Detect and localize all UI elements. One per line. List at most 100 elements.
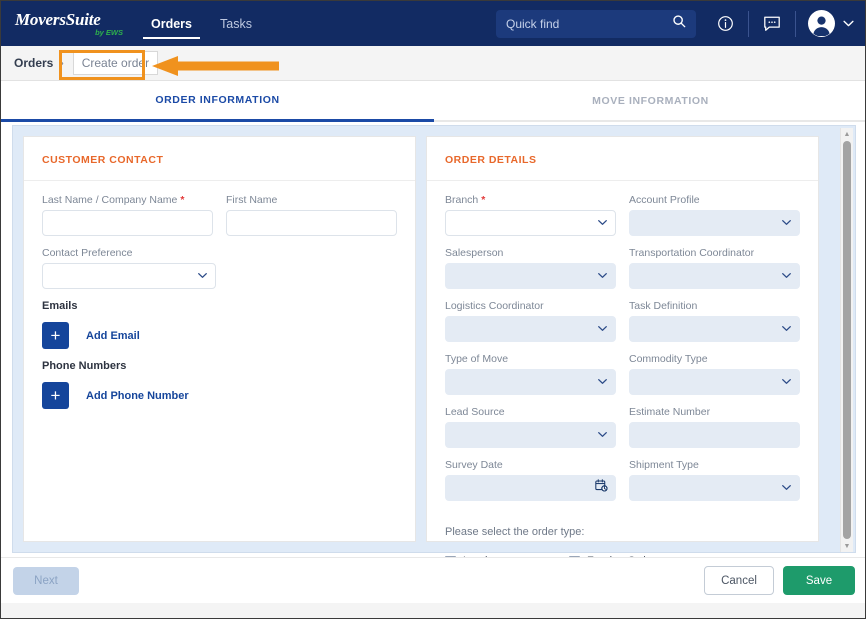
estimate-number-label: Estimate Number (629, 406, 800, 418)
save-button[interactable]: Save (783, 566, 855, 595)
add-email-row: + Add Email (42, 322, 397, 349)
contact-preference-field-group: Contact Preference (42, 247, 216, 289)
salesperson-select[interactable] (445, 263, 616, 289)
survey-date-input[interactable] (445, 475, 616, 501)
chevron-down-icon (782, 272, 791, 281)
lead-source-label: Lead Source (445, 406, 616, 418)
contact-preference-select[interactable] (42, 263, 216, 289)
moverssuite-logo[interactable]: MoversSuite by EWS (15, 11, 125, 37)
branch-account-row: Branch* Account Profile (445, 194, 800, 247)
salesperson-label: Salesperson (445, 247, 616, 259)
account-profile-label: Account Profile (629, 194, 800, 206)
estimate-number-field-group: Estimate Number (629, 406, 800, 448)
move-commodity-row: Type of Move Commodity Type (445, 353, 800, 406)
breadcrumb-orders-link[interactable]: Orders (14, 56, 53, 70)
name-fields-row: Last Name / Company Name* First Name (42, 194, 397, 247)
cancel-button[interactable]: Cancel (704, 566, 774, 595)
lead-estimate-row: Lead Source Estimate Number (445, 406, 800, 459)
calendar-clock-icon[interactable] (595, 479, 608, 497)
tab-move-information[interactable]: MOVE INFORMATION (434, 81, 866, 122)
chevron-down-icon (782, 219, 791, 228)
next-button[interactable]: Next (13, 567, 79, 595)
first-name-input[interactable] (226, 210, 397, 236)
chevron-down-icon (198, 272, 207, 281)
logo-subtitle: by EWS (95, 29, 123, 37)
add-email-button[interactable]: Add Email (86, 330, 140, 342)
task-definition-select[interactable] (629, 316, 800, 342)
phone-numbers-heading: Phone Numbers (42, 360, 397, 372)
tab-order-information[interactable]: ORDER INFORMATION (1, 81, 434, 122)
commodity-type-select[interactable] (629, 369, 800, 395)
chevron-down-icon (598, 325, 607, 334)
task-definition-label: Task Definition (629, 300, 800, 312)
chevron-down-icon (782, 325, 791, 334)
transportation-coordinator-select[interactable] (629, 263, 800, 289)
quick-find-container[interactable] (496, 10, 696, 38)
first-name-label: First Name (226, 194, 397, 206)
commodity-type-field-group: Commodity Type (629, 353, 800, 395)
shipment-type-select[interactable] (629, 475, 800, 501)
transportation-coordinator-label: Transportation Coordinator (629, 247, 800, 259)
estimate-number-input[interactable] (629, 422, 800, 448)
branch-label-text: Branch (445, 194, 478, 206)
search-input[interactable] (506, 17, 672, 31)
logo-title: MoversSuite (15, 11, 101, 28)
survey-shipment-row: Survey Date (445, 459, 800, 512)
chevron-down-icon (598, 378, 607, 387)
contact-preference-label: Contact Preference (42, 247, 216, 259)
breadcrumb: Orders › Create order (1, 46, 866, 81)
breadcrumb-separator-icon: › (60, 58, 63, 69)
transportation-coordinator-field-group: Transportation Coordinator (629, 247, 800, 289)
type-of-move-field-group: Type of Move (445, 353, 616, 395)
chevron-down-icon[interactable] (837, 9, 859, 39)
customer-contact-body: Last Name / Company Name* First Name Con… (24, 181, 415, 409)
chat-icon[interactable] (757, 9, 787, 39)
required-asterisk: * (180, 194, 184, 206)
user-avatar-icon[interactable] (808, 10, 835, 37)
footer-bottom-strip (1, 603, 866, 619)
branch-select[interactable] (445, 210, 616, 236)
last-name-label: Last Name / Company Name* (42, 194, 213, 206)
branch-field-group: Branch* (445, 194, 616, 236)
vertical-scrollbar[interactable]: ▲ ▼ (840, 128, 853, 552)
commodity-type-label: Commodity Type (629, 353, 800, 365)
shipment-type-label: Shipment Type (629, 459, 800, 471)
tab-move-information-label: MOVE INFORMATION (592, 95, 709, 107)
top-navigation-bar: MoversSuite by EWS Orders Tasks (1, 1, 866, 46)
type-of-move-label: Type of Move (445, 353, 616, 365)
logistics-coordinator-field-group: Logistics Coordinator (445, 300, 616, 342)
order-details-heading: ORDER DETAILS (427, 137, 818, 181)
nav-item-orders-label: Orders (151, 17, 192, 31)
account-profile-field-group: Account Profile (629, 194, 800, 236)
form-tabs: ORDER INFORMATION MOVE INFORMATION (1, 81, 866, 122)
logistics-coordinator-select[interactable] (445, 316, 616, 342)
last-name-field-group: Last Name / Company Name* (42, 194, 213, 236)
scroll-up-arrow-icon[interactable]: ▲ (841, 128, 854, 140)
lead-source-select[interactable] (445, 422, 616, 448)
salesperson-field-group: Salesperson (445, 247, 616, 289)
order-type-prompt: Please select the order type: (445, 526, 800, 538)
nav-item-orders[interactable]: Orders (137, 1, 206, 46)
scrollbar-thumb[interactable] (843, 141, 851, 539)
last-name-input[interactable] (42, 210, 213, 236)
first-name-field-group: First Name (226, 194, 397, 236)
primary-nav: Orders Tasks (137, 1, 266, 46)
chevron-down-icon (598, 219, 607, 228)
type-of-move-select[interactable] (445, 369, 616, 395)
info-icon[interactable] (710, 9, 740, 39)
branch-label: Branch* (445, 194, 616, 206)
lead-source-field-group: Lead Source (445, 406, 616, 448)
plus-icon[interactable]: + (42, 322, 69, 349)
nav-item-tasks[interactable]: Tasks (206, 1, 266, 46)
header-divider-2 (795, 11, 796, 37)
plus-icon[interactable]: + (42, 382, 69, 409)
task-definition-field-group: Task Definition (629, 300, 800, 342)
header-divider-1 (748, 11, 749, 37)
scroll-down-arrow-icon[interactable]: ▼ (841, 540, 854, 552)
add-phone-number-button[interactable]: Add Phone Number (86, 390, 189, 402)
chevron-down-icon (782, 484, 791, 493)
breadcrumb-current-create-order: Create order (73, 51, 158, 75)
account-profile-select[interactable] (629, 210, 800, 236)
search-icon[interactable] (672, 14, 686, 33)
chevron-down-icon (598, 431, 607, 440)
